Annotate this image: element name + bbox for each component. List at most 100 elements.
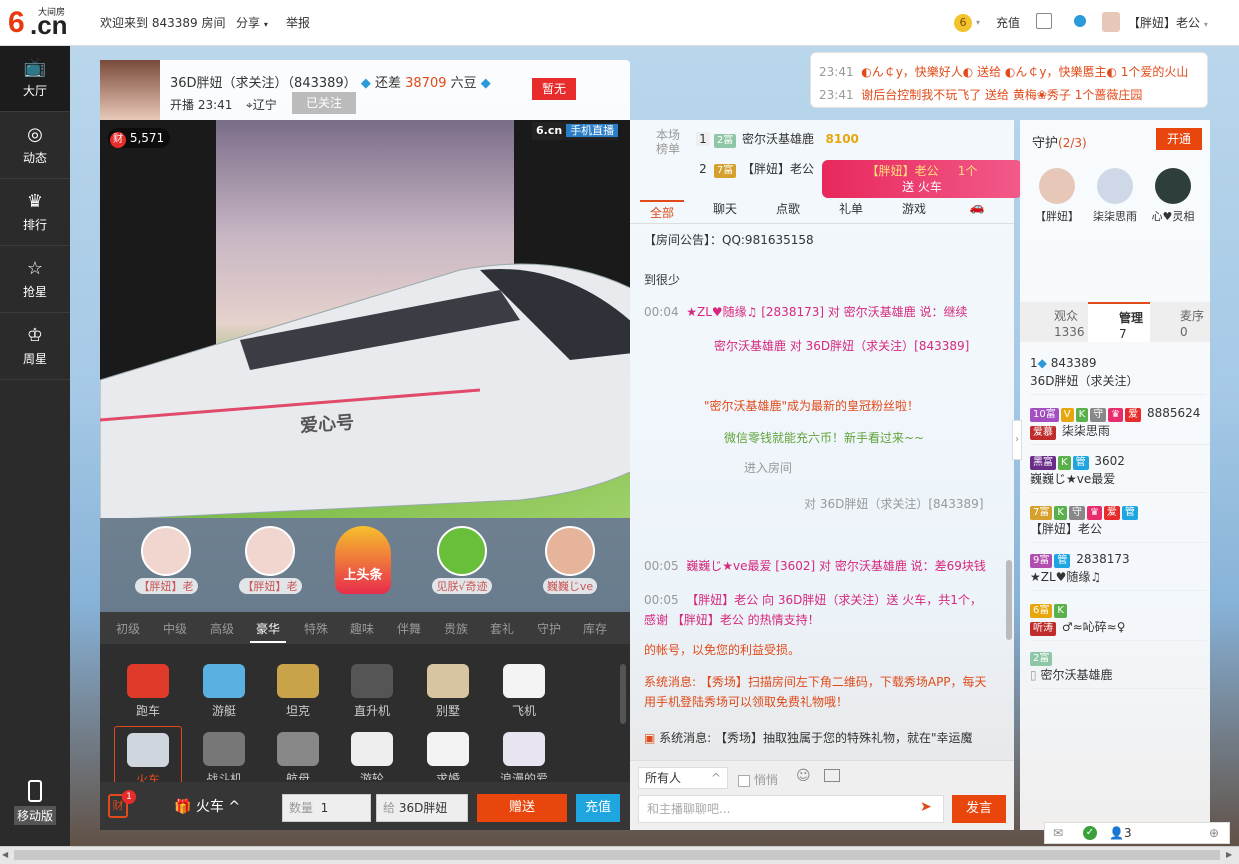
tab-gift-category[interactable]: 贵族 xyxy=(438,620,474,637)
user-avatar[interactable] xyxy=(1102,12,1120,32)
gift-item[interactable]: 航母 xyxy=(268,726,328,780)
user-list-item[interactable]: 黑富 K 管 3602 巍巍じ★ve最爱 xyxy=(1030,452,1206,493)
emoji-icon[interactable]: ☺ xyxy=(796,768,811,784)
tab-queue[interactable]: 麦序 0 xyxy=(1152,308,1208,339)
tab-gift-category[interactable]: 守护 xyxy=(531,620,567,637)
send-message-button[interactable]: 发言 xyxy=(952,795,1006,823)
user-list-item[interactable]: 7富 K 守 ♛ 爱管【胖妞】老公 xyxy=(1030,502,1206,543)
gift-item[interactable]: 直升机 xyxy=(342,658,402,720)
chat-text[interactable]: 【胖妞】老公 向 36D胖妞（求关注）送 火车，共1个，感谢 【胖妞】老公 的热… xyxy=(644,593,982,627)
gift-item-selected[interactable]: 火车 xyxy=(114,726,182,787)
user-list-item[interactable]: 6富 K 听涛 ♂≈吣碎≈♀ xyxy=(1030,600,1206,641)
tab-chat-songs[interactable]: 点歌 xyxy=(766,200,810,217)
headline-button[interactable]: 上头条 xyxy=(330,526,396,594)
share-menu[interactable]: 分享 ▾ xyxy=(236,14,268,31)
edit-icon[interactable] xyxy=(1036,13,1052,29)
anchor-avatar[interactable] xyxy=(100,60,160,120)
scroll-right-icon[interactable]: ▶ xyxy=(1226,850,1232,859)
gift-item[interactable]: 战斗机 xyxy=(194,726,254,780)
image-icon[interactable] xyxy=(824,769,840,782)
mobile-version-button[interactable]: 移动版 xyxy=(10,780,60,825)
chat-text[interactable]: 巍巍じ★ve最爱 [3602] 对 密尔沃基雄鹿 说：差69块钱 xyxy=(686,559,986,573)
guard-member[interactable]: 柒柒思雨 xyxy=(1088,168,1142,224)
sidebar-item-hall[interactable]: 📺 大厅 xyxy=(0,46,70,112)
notice-text[interactable]: ◐ん￠y，快樂好人◐ 送给 ◐ん￠y，快樂慝主◐ 1个爱的火山 xyxy=(861,65,1188,79)
chat-text[interactable]: 密尔沃基雄鹿 对 36D胖妞（求关注）[843389] xyxy=(714,339,969,353)
sidebar-item-feed[interactable]: ◎ 动态 xyxy=(0,113,70,179)
user-list-item[interactable]: 2富 ▯ 密尔沃基雄鹿 xyxy=(1030,648,1206,689)
guard-member[interactable]: 【胖妞】 xyxy=(1030,168,1084,224)
tab-gift-category[interactable]: 初级 xyxy=(110,620,146,637)
selected-gift-dropdown[interactable]: 🎁 火车 ^ xyxy=(174,796,240,816)
fan-item[interactable]: 【胖妞】老 xyxy=(126,526,206,594)
scroll-left-icon[interactable]: ◀ xyxy=(2,850,8,859)
chat-input[interactable]: 和主播聊聊吧... xyxy=(638,795,944,823)
gift-item[interactable]: 浪漫的爱 xyxy=(494,726,554,780)
open-guard-button[interactable]: 开通 xyxy=(1156,128,1202,150)
tab-gift-category[interactable]: 库存 xyxy=(577,620,613,637)
follow-button[interactable]: 已关注 xyxy=(292,92,356,114)
sidebar-item-star[interactable]: ☆ 抢星 xyxy=(0,247,70,313)
gift-item[interactable]: 别墅 xyxy=(418,658,478,720)
recharge-button[interactable]: 充值 xyxy=(576,794,620,822)
level-badge[interactable]: 6 xyxy=(954,14,972,32)
fans-counter[interactable]: 财 5,571 xyxy=(108,128,171,148)
quantity-field[interactable]: 数量 1 xyxy=(282,794,371,822)
mail-icon[interactable]: ✉ xyxy=(1053,823,1063,843)
tab-gift-category-active[interactable]: 豪华 xyxy=(250,620,286,643)
send-icon[interactable]: ➤ xyxy=(920,799,932,815)
chat-text[interactable]: 微信零钱就能充六币！新手看过来~~ xyxy=(724,431,924,445)
tab-chat-all[interactable]: 全部 xyxy=(640,200,684,221)
recharge-link[interactable]: 充值 xyxy=(996,14,1020,31)
rank-row[interactable]: 1 2富 密尔沃基雄鹿 8100 xyxy=(696,130,996,148)
site-logo[interactable]: 6 .cn 大间房 xyxy=(8,6,70,40)
gift-item[interactable]: 求婚 xyxy=(418,726,478,780)
recipient-select[interactable]: 给 36D胖妞 xyxy=(376,794,468,822)
car-icon[interactable]: 🚗 xyxy=(962,200,992,214)
zoom-icon[interactable]: ⊕ xyxy=(1209,823,1219,843)
guard-member[interactable]: 心♥灵相 xyxy=(1146,168,1200,224)
tab-gift-category[interactable]: 伴舞 xyxy=(391,620,427,637)
tab-gift-category[interactable]: 高级 xyxy=(204,620,240,637)
tab-chat-gifts[interactable]: 礼单 xyxy=(829,200,873,217)
gift-scrollbar[interactable] xyxy=(620,664,626,724)
horizontal-scrollbar[interactable]: ◀ ▶ xyxy=(0,846,1239,864)
user-list-item[interactable]: 1◆ 843389 36D胖妞（求关注） xyxy=(1030,354,1206,395)
tab-audience[interactable]: 观众 1336 xyxy=(1026,308,1085,339)
report-link[interactable]: 举报 xyxy=(286,14,310,31)
gift-item[interactable]: 坦克 xyxy=(268,658,328,720)
user-list-item[interactable]: 9富管 2838173 ★ZL♥随缘♫ xyxy=(1030,550,1206,591)
user-list-item[interactable]: 10富 V K 守 ♛ 爱 8885624 爱慕 柒柒思雨 xyxy=(1030,404,1210,445)
chat-text[interactable]: ★ZL♥随缘♫ [2838173] 对 密尔沃基雄鹿 说：继续 xyxy=(686,305,967,319)
notice-text[interactable]: 谢后台控制我不玩飞了 送给 黄梅❀秀子 1个蔷薇庄园 xyxy=(861,88,1142,102)
tab-gift-category[interactable]: 套礼 xyxy=(484,620,520,637)
chat-text: "密尔沃基雄鹿"成为最新的皇冠粉丝啦！ xyxy=(704,399,920,413)
tab-gift-category[interactable]: 中级 xyxy=(157,620,193,637)
fan-item[interactable]: 【胖妞】老 xyxy=(230,526,310,594)
sidebar-item-weekstar[interactable]: ♔ 周星 xyxy=(0,314,70,380)
tab-gift-category[interactable]: 特殊 xyxy=(298,620,334,637)
gift-item[interactable]: 游轮 xyxy=(342,726,402,780)
whisper-checkbox[interactable]: 悄悄 xyxy=(738,771,778,788)
send-gift-button[interactable]: 赠送 xyxy=(477,794,567,822)
collapse-handle[interactable]: › xyxy=(1012,420,1022,460)
scroll-thumb[interactable] xyxy=(14,850,1220,860)
tab-gift-category[interactable]: 趣味 xyxy=(344,620,380,637)
tab-chat-talk[interactable]: 聊天 xyxy=(703,200,747,217)
user-name[interactable]: 【胖妞】老公 ▾ xyxy=(1128,14,1208,31)
check-icon[interactable]: ✓ xyxy=(1083,826,1097,840)
shield-icon[interactable] xyxy=(1074,15,1086,27)
gift-item[interactable]: 飞机 xyxy=(494,658,554,720)
chat-target-select[interactable]: 所有人 ^ xyxy=(638,767,728,789)
gift-item[interactable]: 游艇 xyxy=(194,658,254,720)
fan-item[interactable]: 巍巍じve xyxy=(530,526,610,594)
gift-item[interactable]: 跑车 xyxy=(118,658,178,720)
user-icon[interactable]: 👤3 xyxy=(1109,823,1132,843)
sidebar-item-rank[interactable]: ♛ 排行 xyxy=(0,180,70,246)
live-video[interactable]: 爱心号 爱心号 财 5,571 6.cn手机直播 xyxy=(100,120,630,518)
fan-item[interactable]: 见朕√奇迹 xyxy=(422,526,502,594)
chat-scrollbar[interactable] xyxy=(1006,560,1012,640)
tab-admin[interactable]: 管理 7 xyxy=(1088,302,1150,342)
tab-chat-games[interactable]: 游戏 xyxy=(892,200,936,217)
flag-badge[interactable]: 暂无 xyxy=(532,78,576,100)
